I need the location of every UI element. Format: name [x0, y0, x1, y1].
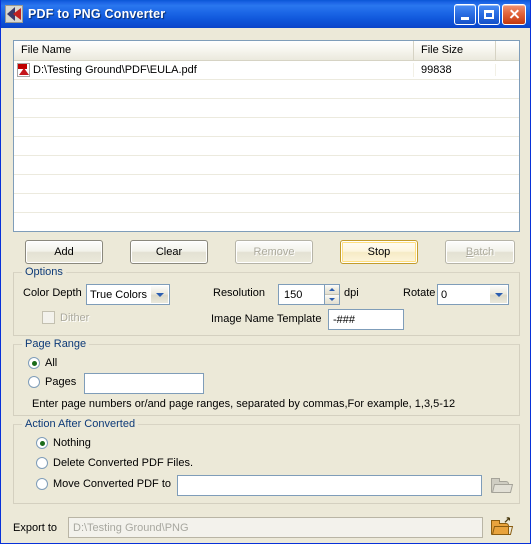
- title-bar[interactable]: PDF to PNG Converter: [1, 0, 530, 28]
- window-controls: [454, 3, 526, 25]
- action-delete-radio[interactable]: [36, 457, 48, 469]
- action-nothing-label[interactable]: Nothing: [53, 437, 91, 449]
- table-row-empty[interactable]: [14, 213, 519, 231]
- image-name-template-label: Image Name Template: [211, 313, 322, 325]
- file-list[interactable]: File Name File Size D:\Testing Ground\PD…: [13, 40, 520, 232]
- table-row-empty[interactable]: [14, 175, 519, 194]
- color-depth-select[interactable]: True Colors: [86, 284, 170, 305]
- rotate-label: Rotate: [403, 287, 436, 299]
- action-after-legend: Action After Converted: [22, 418, 139, 430]
- batch-button: Batch: [445, 240, 515, 264]
- column-header-file-size[interactable]: File Size: [414, 41, 496, 60]
- window-title: PDF to PNG Converter: [28, 7, 166, 21]
- options-legend: Options: [22, 266, 66, 278]
- page-range-group: Page Range All Pages Enter page numbers …: [13, 338, 520, 416]
- maximize-button[interactable]: [478, 3, 500, 25]
- remove-button: Remove: [235, 240, 313, 264]
- close-button[interactable]: [502, 3, 526, 25]
- rotate-select[interactable]: 0: [437, 284, 509, 305]
- page-range-legend: Page Range: [22, 338, 90, 350]
- spin-down-icon[interactable]: [325, 295, 339, 304]
- page-range-input[interactable]: [84, 373, 204, 394]
- resolution-label: Resolution: [213, 287, 265, 299]
- dither-checkbox: [42, 311, 55, 324]
- file-name-text: D:\Testing Ground\PDF\EULA.pdf: [33, 64, 197, 76]
- table-row-empty[interactable]: [14, 99, 519, 118]
- export-to-label: Export to: [13, 522, 58, 534]
- page-range-hint: Enter page numbers or/and page ranges, s…: [32, 398, 456, 410]
- resolution-stepper[interactable]: 150: [278, 284, 340, 305]
- batch-accesskey: B: [465, 246, 474, 258]
- action-nothing-radio[interactable]: [36, 437, 48, 449]
- column-header-file-name[interactable]: File Name: [14, 41, 414, 60]
- table-row-empty[interactable]: [14, 156, 519, 175]
- rotate-value: 0: [441, 288, 448, 301]
- up-arrow-icon: [504, 517, 511, 523]
- batch-label-rest: atch: [473, 246, 495, 258]
- action-move-radio[interactable]: [36, 478, 48, 490]
- client-area: File Name File Size D:\Testing Ground\PD…: [1, 28, 530, 543]
- dpi-label: dpi: [344, 287, 359, 299]
- color-depth-label: Color Depth: [23, 287, 82, 299]
- action-after-group: Action After Converted Nothing Delete Co…: [13, 418, 520, 504]
- stop-button[interactable]: Stop: [340, 240, 418, 264]
- table-row-empty[interactable]: [14, 137, 519, 156]
- app-window: PDF to PNG Converter File Name File Size…: [0, 0, 531, 544]
- folder-open-icon: [491, 476, 514, 494]
- action-button-row: Add Clear Remove Stop Batch: [13, 240, 520, 268]
- action-move-label[interactable]: Move Converted PDF to: [53, 478, 171, 490]
- app-arrow-icon: [5, 5, 23, 23]
- resolution-spin-buttons[interactable]: [324, 284, 340, 305]
- add-button[interactable]: Add: [25, 240, 103, 264]
- folder-open-icon[interactable]: [491, 517, 514, 536]
- spin-up-icon[interactable]: [325, 285, 339, 295]
- chevron-down-icon[interactable]: [150, 286, 168, 303]
- cell-file-size: 99838: [414, 64, 496, 76]
- table-row-empty[interactable]: [14, 118, 519, 137]
- export-row: Export to D:\Testing Ground\PNG: [13, 517, 520, 539]
- color-depth-value: True Colors: [90, 288, 148, 301]
- table-row-empty[interactable]: [14, 194, 519, 213]
- page-range-pages-radio[interactable]: [28, 376, 40, 388]
- minimize-button[interactable]: [454, 3, 476, 25]
- table-row[interactable]: D:\Testing Ground\PDF\EULA.pdf 99838: [14, 61, 519, 80]
- resolution-input[interactable]: 150: [278, 284, 324, 305]
- file-list-header: File Name File Size: [14, 41, 519, 61]
- cell-file-name: D:\Testing Ground\PDF\EULA.pdf: [14, 63, 414, 77]
- dither-label: Dither: [60, 312, 90, 324]
- image-name-template-input[interactable]: -###: [328, 309, 404, 330]
- table-row-empty[interactable]: [14, 80, 519, 99]
- page-range-all-label[interactable]: All: [45, 357, 57, 369]
- pdf-file-icon: [17, 63, 30, 77]
- export-path-input[interactable]: D:\Testing Ground\PNG: [68, 517, 483, 538]
- page-range-all-radio[interactable]: [28, 357, 40, 369]
- column-header-extra[interactable]: [496, 41, 519, 60]
- action-delete-label[interactable]: Delete Converted PDF Files.: [53, 457, 193, 469]
- chevron-down-icon[interactable]: [489, 286, 507, 303]
- options-group: Options Color Depth True Colors Dither R…: [13, 266, 520, 336]
- move-destination-input[interactable]: [177, 475, 482, 496]
- page-range-pages-label[interactable]: Pages: [45, 376, 76, 388]
- file-list-body: D:\Testing Ground\PDF\EULA.pdf 99838: [14, 61, 519, 231]
- clear-button[interactable]: Clear: [130, 240, 208, 264]
